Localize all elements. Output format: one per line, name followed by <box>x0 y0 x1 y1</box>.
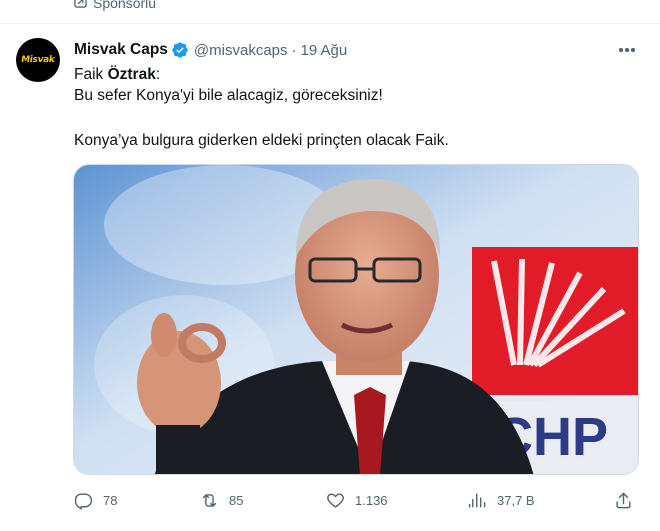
like-icon <box>327 492 344 508</box>
author-name[interactable]: Misvak Caps <box>74 41 168 59</box>
reply-button[interactable]: 78 <box>74 488 117 512</box>
avatar[interactable]: Misvak <box>16 38 60 82</box>
ad-icon <box>74 0 87 11</box>
views-count: 37,7 B <box>497 492 535 508</box>
author-handle[interactable]: @misvakcaps <box>194 42 288 59</box>
bold-name: Öztrak <box>107 66 156 83</box>
tweet-actions: 78 85 1.136 37,7 B <box>74 488 640 512</box>
verified-badge-icon <box>172 42 188 58</box>
separator-dot: · <box>291 41 297 59</box>
share-icon <box>616 492 631 508</box>
tweet-text-line-1: Faik Öztrak: <box>74 66 161 83</box>
like-count: 1.136 <box>355 492 388 508</box>
tweet-media-image[interactable]: CHP <box>73 164 639 475</box>
sponsored-label: Sponsorlu <box>74 0 156 11</box>
views-button[interactable]: 37,7 B <box>468 488 535 512</box>
retweet-icon <box>202 493 217 507</box>
tweet-text-line-2: Bu sefer Konya'yi bile alacagiz, görecek… <box>74 87 383 104</box>
tweet-date[interactable]: 19 Ağu <box>301 42 348 59</box>
tweet-text-line-3: Konya’ya bulgura giderken eldeki prinçte… <box>74 132 449 149</box>
like-button[interactable]: 1.136 <box>326 488 388 512</box>
reply-count: 78 <box>103 492 118 508</box>
tweet-header: Misvak Caps @misvakcaps · 19 Ağu <box>74 39 347 61</box>
reply-icon <box>74 492 93 510</box>
retweet-count: 85 <box>229 492 244 508</box>
share-button[interactable] <box>614 488 633 512</box>
sponsored-strip: Sponsorlu <box>0 0 660 24</box>
retweet-button[interactable]: 85 <box>200 488 243 512</box>
avatar-logo-text: Misvak <box>20 55 56 65</box>
more-icon[interactable] <box>616 40 638 60</box>
views-icon <box>468 492 486 508</box>
